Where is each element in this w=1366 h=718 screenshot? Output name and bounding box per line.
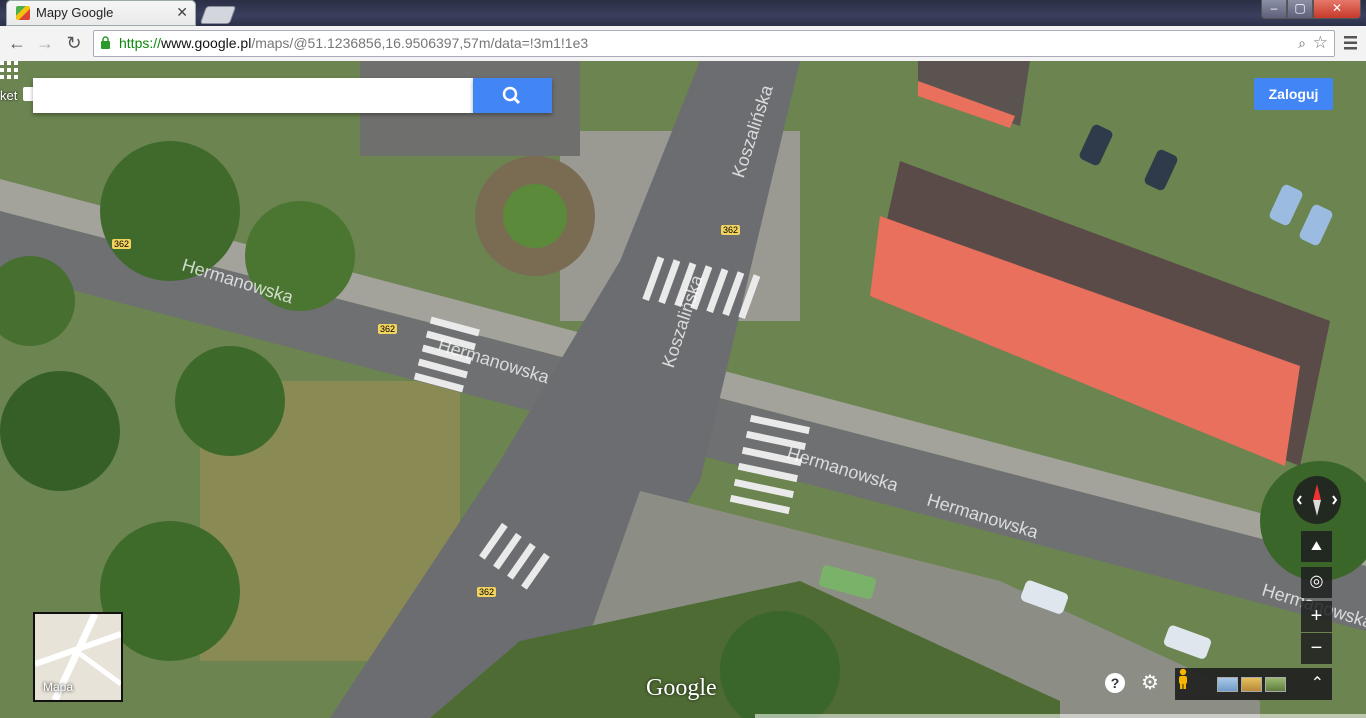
maximize-button[interactable]: ▢: [1287, 0, 1313, 19]
minimize-button[interactable]: –: [1261, 0, 1287, 19]
satellite-map[interactable]: Hermanowska Hermanowska Hermanowska Herm…: [0, 61, 1366, 718]
layer-thumb-2[interactable]: [1241, 677, 1262, 692]
reload-button[interactable]: ↻: [63, 32, 85, 54]
zoom-in-icon[interactable]: +: [1301, 601, 1332, 632]
sign-in-button[interactable]: Zaloguj: [1254, 78, 1333, 110]
map-mode-toggle[interactable]: Mapa: [33, 612, 123, 702]
route-shield-2: 362: [378, 324, 398, 334]
satellite-imagery: [0, 61, 1366, 718]
browser-titlebar: Mapy Google ✕ – ▢ ✕: [0, 0, 1366, 26]
layers-bar: ⌃: [1175, 668, 1332, 700]
route-shield-3: 362: [721, 225, 741, 235]
settings-icon[interactable]: ⚙: [1139, 672, 1161, 694]
tilt-icon[interactable]: ⛰: [1301, 531, 1332, 562]
minimap-label: Mapa: [43, 680, 74, 694]
my-location-icon[interactable]: ◎: [1301, 567, 1332, 598]
forward-button[interactable]: →: [34, 32, 56, 54]
zoom-out-icon[interactable]: −: [1301, 633, 1332, 664]
close-window-button[interactable]: ✕: [1313, 0, 1361, 19]
tab-title: Mapy Google: [36, 5, 114, 20]
lock-icon: [101, 36, 110, 49]
url-scheme: https://: [119, 35, 162, 51]
layer-thumb-3[interactable]: [1265, 677, 1286, 692]
expand-icon[interactable]: ⌃: [1311, 673, 1324, 693]
edge-place-label: ket: [0, 88, 18, 103]
browser-toolbar: ← → ↻ https://www.google.pl/maps/@51.123…: [0, 26, 1366, 62]
google-logo: Google: [646, 675, 717, 701]
browser-tab[interactable]: Mapy Google ✕: [6, 0, 196, 26]
maps-favicon-icon: [16, 6, 30, 20]
url-path: /maps/@51.1236856,16.9506397,57m/data=!3…: [251, 35, 589, 51]
search-input[interactable]: [33, 78, 473, 113]
back-button[interactable]: ←: [6, 32, 28, 54]
bookmark-star-icon[interactable]: ☆: [1313, 33, 1328, 53]
zoom-icon[interactable]: ⌕: [1298, 35, 1306, 52]
compass-needle: [1296, 484, 1338, 516]
layer-thumb-1[interactable]: [1217, 677, 1238, 692]
attribution-bar: [755, 714, 1366, 718]
tab-close-icon[interactable]: ✕: [176, 4, 188, 21]
help-icon[interactable]: ?: [1105, 673, 1125, 693]
url-text: https://www.google.pl/maps/@51.1236856,1…: [119, 35, 588, 51]
search-button[interactable]: [473, 78, 552, 113]
url-host: www.google.pl: [161, 35, 252, 51]
route-shield-4: 362: [477, 587, 497, 597]
apps-grid-icon[interactable]: [0, 61, 18, 79]
pegman-icon[interactable]: [1175, 668, 1191, 690]
search-icon: [502, 86, 521, 105]
compass-icon[interactable]: [1293, 476, 1341, 524]
address-bar[interactable]: https://www.google.pl/maps/@51.1236856,1…: [93, 30, 1335, 57]
chrome-menu-icon[interactable]: [1343, 33, 1359, 53]
route-shield-1: 362: [112, 239, 132, 249]
new-tab-button[interactable]: [199, 6, 237, 24]
